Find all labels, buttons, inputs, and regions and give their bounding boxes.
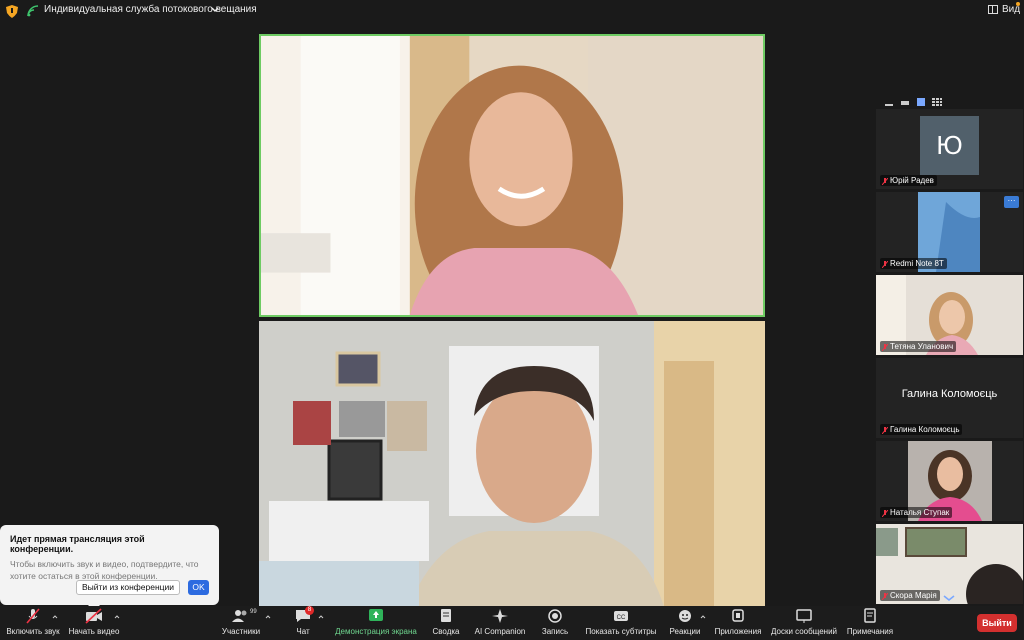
mic-muted-icon [882, 261, 888, 268]
shield-icon[interactable] [6, 5, 18, 18]
whiteboards-button[interactable]: Доски сообщений [770, 608, 838, 640]
speaker-view-icon[interactable] [916, 93, 926, 106]
reactions-button[interactable]: Реакции [669, 608, 701, 640]
share-screen-button[interactable]: Демонстрация экрана [335, 608, 417, 640]
avatar: Ю [920, 116, 979, 175]
participant-name: Наталья Ступак [880, 507, 953, 518]
strip-view-icon[interactable] [900, 93, 910, 105]
leave-button[interactable]: Выйти [977, 614, 1017, 632]
notice-body: Чтобы включить звук и видео, подтвердите… [10, 559, 199, 581]
live-stream-icon [27, 5, 39, 17]
start-video-button[interactable]: Начать видео [68, 608, 120, 640]
apps-icon [728, 608, 748, 624]
people-icon: 99 [231, 608, 257, 624]
more-options-button[interactable]: ··· [1004, 196, 1019, 208]
chevron-up-icon[interactable] [114, 614, 120, 620]
livestream-notice: Идет прямая трансляция этой конференции.… [0, 525, 219, 611]
participant-name: Redmi Note 8T [880, 258, 947, 269]
leave-meeting-button[interactable]: Выйти из конференции [76, 580, 181, 595]
summary-button[interactable]: Сводка [430, 608, 462, 640]
captions-button[interactable]: CC Показать субтитры [586, 608, 656, 640]
video-off-icon [84, 608, 104, 624]
participant-name: Галина Коломоєць [880, 424, 963, 435]
scroll-down-icon[interactable] [942, 594, 956, 602]
record-button[interactable]: Запись [540, 608, 570, 640]
grid-view-icon [988, 5, 998, 14]
chevron-up-icon[interactable] [318, 614, 324, 620]
chat-icon: 8 [293, 606, 314, 624]
chat-button[interactable]: 8 Чат [292, 606, 314, 640]
sparkle-icon [490, 608, 510, 624]
gallery-layout-switcher [884, 93, 942, 106]
mic-muted-icon [882, 593, 888, 600]
participants-count: 99 [250, 609, 257, 615]
room-video-frame [259, 321, 765, 607]
participant-tile[interactable]: Наталья Ступак [876, 441, 1023, 521]
participant-name: Тетяна Уланович [880, 341, 957, 352]
mic-muted-icon [882, 178, 888, 185]
share-screen-icon [366, 608, 386, 624]
view-button[interactable]: Вид [988, 4, 1020, 15]
gallery-view-icon[interactable] [932, 93, 942, 106]
chevron-up-icon[interactable] [265, 614, 271, 620]
chevron-up-icon[interactable] [700, 614, 706, 620]
participant-tile[interactable]: Ю Юрій Радев [876, 109, 1023, 189]
mic-muted-icon [882, 510, 888, 517]
notes-button[interactable]: Примечания [846, 608, 894, 640]
unmute-button[interactable]: Включить звук [6, 608, 60, 640]
window-title[interactable]: Индивидуальная служба потокового вещания [44, 4, 257, 15]
apps-button[interactable]: Приложения [714, 608, 762, 640]
record-icon [545, 608, 565, 624]
ok-button[interactable]: OK [188, 580, 209, 595]
meeting-toolbar: Включить звук Начать видео 99 Участники … [0, 606, 1024, 640]
notice-title: Идет прямая трансляция этой конференции. [10, 534, 145, 554]
participant-name-placeholder: Галина Коломоєць [901, 388, 998, 400]
notes-icon [860, 608, 880, 624]
participant-tile[interactable]: Тетяна Уланович [876, 275, 1023, 355]
participant-tile[interactable]: Галина Коломоєць Галина Коломоєць [876, 358, 1023, 438]
participant-video-large[interactable] [259, 321, 765, 607]
svg-text:CC: CC [617, 615, 626, 621]
cc-icon: CC [611, 608, 631, 624]
chat-badge: 8 [305, 606, 314, 615]
speaker-video-frame [261, 36, 763, 315]
participants-button[interactable]: 99 Участники [220, 608, 262, 640]
participant-name: Юрій Радев [880, 175, 937, 186]
participant-name: Скора Марія [880, 590, 940, 601]
participant-tile[interactable]: Скора Марія [876, 524, 1023, 604]
whiteboard-icon [794, 608, 814, 624]
chevron-down-icon[interactable] [210, 5, 220, 15]
mic-muted-icon [882, 427, 888, 434]
mic-muted-icon [882, 344, 888, 351]
ai-companion-button[interactable]: AI Companion [474, 608, 526, 640]
active-speaker-video[interactable] [259, 34, 765, 317]
title-bar: Индивидуальная служба потокового вещания… [0, 0, 1024, 22]
chevron-up-icon[interactable] [52, 614, 58, 620]
smile-icon [675, 608, 695, 624]
status-dot [1016, 2, 1020, 6]
participant-tile[interactable]: ··· Redmi Note 8T [876, 192, 1023, 272]
summary-icon [436, 608, 456, 624]
mic-muted-icon [23, 608, 43, 624]
minimize-icon[interactable] [884, 93, 894, 106]
